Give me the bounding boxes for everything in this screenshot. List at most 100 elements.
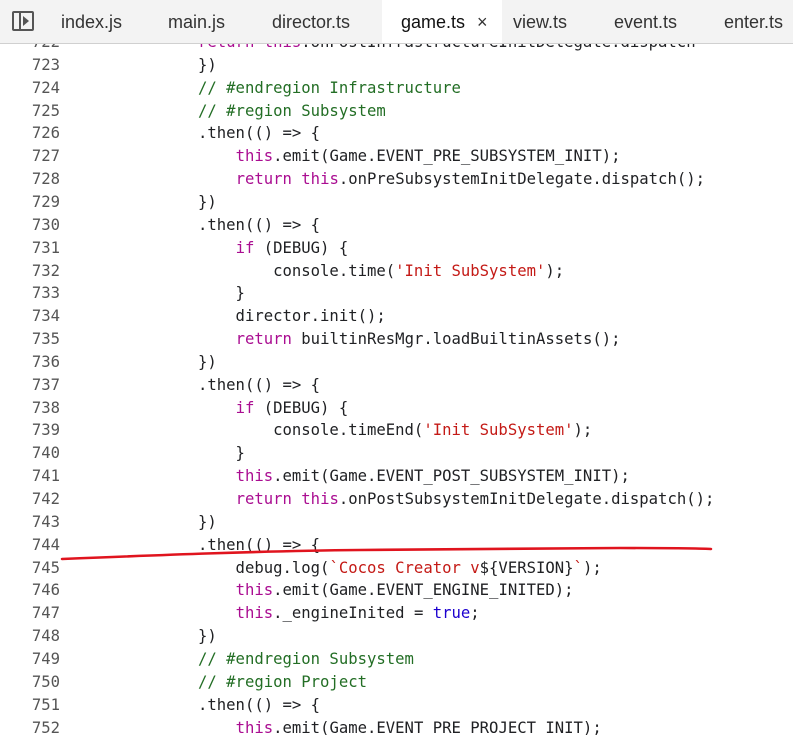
code-line: 729}) [0,191,793,214]
code-token: this [301,170,339,189]
line-number[interactable]: 738 [0,397,60,420]
code-line: 737 .then(() => { [0,374,793,397]
line-number[interactable]: 727 [0,145,60,168]
tab-view-ts[interactable]: view.ts [513,0,567,43]
tab-main-js[interactable]: main.js [168,0,225,43]
code-token: .emit(Game.EVENT_PRE_SUBSYSTEM_INIT); [273,147,621,166]
line-number[interactable]: 748 [0,625,60,648]
code-text: this.emit(Game.EVENT_PRE_SUBSYSTEM_INIT)… [198,145,621,168]
code-token: return [235,170,292,189]
line-number[interactable]: 734 [0,305,60,328]
code-token: director.init(); [198,307,386,326]
line-number[interactable]: 725 [0,100,60,123]
code-token: 'Init SubSystem' [395,261,546,280]
code-line: 744 .then(() => { [0,534,793,557]
code-line: 742 return this.onPostSubsystemInitDeleg… [0,488,793,511]
tab-event-ts[interactable]: event.ts [614,0,677,43]
tab-label: enter.ts [724,12,784,32]
line-number[interactable]: 744 [0,534,60,557]
line-number[interactable]: 730 [0,214,60,237]
line-number[interactable]: 731 [0,237,60,260]
close-icon[interactable]: × [477,0,488,43]
code-line: 748}) [0,625,793,648]
code-text: if (DEBUG) { [198,397,349,420]
code-token: }) [198,627,217,646]
line-number[interactable]: 733 [0,282,60,305]
line-number[interactable]: 732 [0,260,60,283]
code-line: 743}) [0,511,793,534]
code-line: 745 debug.log(`Cocos Creator v${VERSION}… [0,557,793,580]
line-number[interactable]: 735 [0,328,60,351]
tab-index-js[interactable]: index.js [61,0,123,43]
code-line: 738 if (DEBUG) { [0,397,793,420]
code-token: .onPostInfrastructureInitDelegate.dispat… [301,44,695,51]
line-number[interactable]: 722 [0,44,60,54]
code-token: console.time( [198,261,396,280]
tab-game-ts[interactable]: game.ts × [382,0,502,43]
code-text: this.emit(Game.EVENT_POST_SUBSYSTEM_INIT… [198,465,630,488]
code-token: .then(() => { [198,375,321,394]
line-number[interactable]: 745 [0,557,60,580]
code-text: .then(() => { [198,694,320,717]
code-text: director.init(); [198,305,386,328]
code-text: }) [198,625,217,648]
code-token: return [198,44,264,51]
code-text: .then(() => { [198,534,320,557]
code-line: 727 this.emit(Game.EVENT_PRE_SUBSYSTEM_I… [0,145,793,168]
code-line: 728 return this.onPreSubsystemInitDelega… [0,168,793,191]
code-token: this [235,718,274,735]
code-token: this [264,44,302,51]
line-number[interactable]: 750 [0,671,60,694]
code-text: this.emit(Game.EVENT_PRE_PROJECT_INIT); [198,717,602,735]
line-number[interactable]: 742 [0,488,60,511]
code-token: console.timeEnd( [198,421,424,440]
code-line: 731 if (DEBUG) { [0,237,793,260]
line-number[interactable]: 752 [0,717,60,735]
code-line: 741 this.emit(Game.EVENT_POST_SUBSYSTEM_… [0,465,793,488]
line-number[interactable]: 741 [0,465,60,488]
code-token: } [198,444,245,463]
line-number[interactable]: 726 [0,122,60,145]
code-token: ; [470,604,480,623]
line-number[interactable]: 723 [0,54,60,77]
line-number[interactable]: 747 [0,602,60,625]
code-token: this [301,490,339,508]
code-token: (DEBUG) { [254,238,349,257]
code-line: 739 console.timeEnd('Init SubSystem'); [0,419,793,442]
code-token: this [235,604,274,623]
code-line: 726 .then(() => { [0,122,793,145]
code-token: .onPostSubsystemInitDelegate.dispatch(); [338,490,715,508]
line-number[interactable]: 739 [0,419,60,442]
code-token: }) [198,352,217,371]
code-line: 740 } [0,442,793,465]
code-token: debug.log( [198,558,330,577]
code-line: 735 return builtinResMgr.loadBuiltinAsse… [0,328,793,351]
line-number[interactable]: 737 [0,374,60,397]
sidebar-toggle-icon[interactable] [12,11,34,31]
line-number[interactable]: 729 [0,191,60,214]
line-number[interactable]: 736 [0,351,60,374]
tab-enter-ts[interactable]: enter.ts [724,0,784,43]
code-token: .emit(Game.EVENT_ENGINE_INITED); [273,581,574,600]
line-number[interactable]: 743 [0,511,60,534]
code-token: return [235,490,292,508]
line-number[interactable]: 728 [0,168,60,191]
line-number[interactable]: 749 [0,648,60,671]
tab-director-ts[interactable]: director.ts [272,0,350,43]
code-token: .emit(Game.EVENT_POST_SUBSYSTEM_INIT); [273,467,630,486]
line-number[interactable]: 740 [0,442,60,465]
code-text: }) [198,54,217,77]
line-number[interactable]: 751 [0,694,60,717]
code-token: .emit(Game.EVENT_PRE_PROJECT_INIT); [273,718,602,735]
code-text: return this.onPreSubsystemInitDelegate.d… [198,168,705,191]
code-token: // #region Subsystem [198,101,386,120]
code-token: 'Init SubSystem' [423,421,574,440]
code-editor[interactable]: 722return this.onPostInfrastructureInitD… [0,44,793,735]
line-number[interactable]: 724 [0,77,60,100]
line-number[interactable]: 746 [0,579,60,602]
code-token: ); [545,261,565,280]
tab-label: index.js [61,12,123,32]
